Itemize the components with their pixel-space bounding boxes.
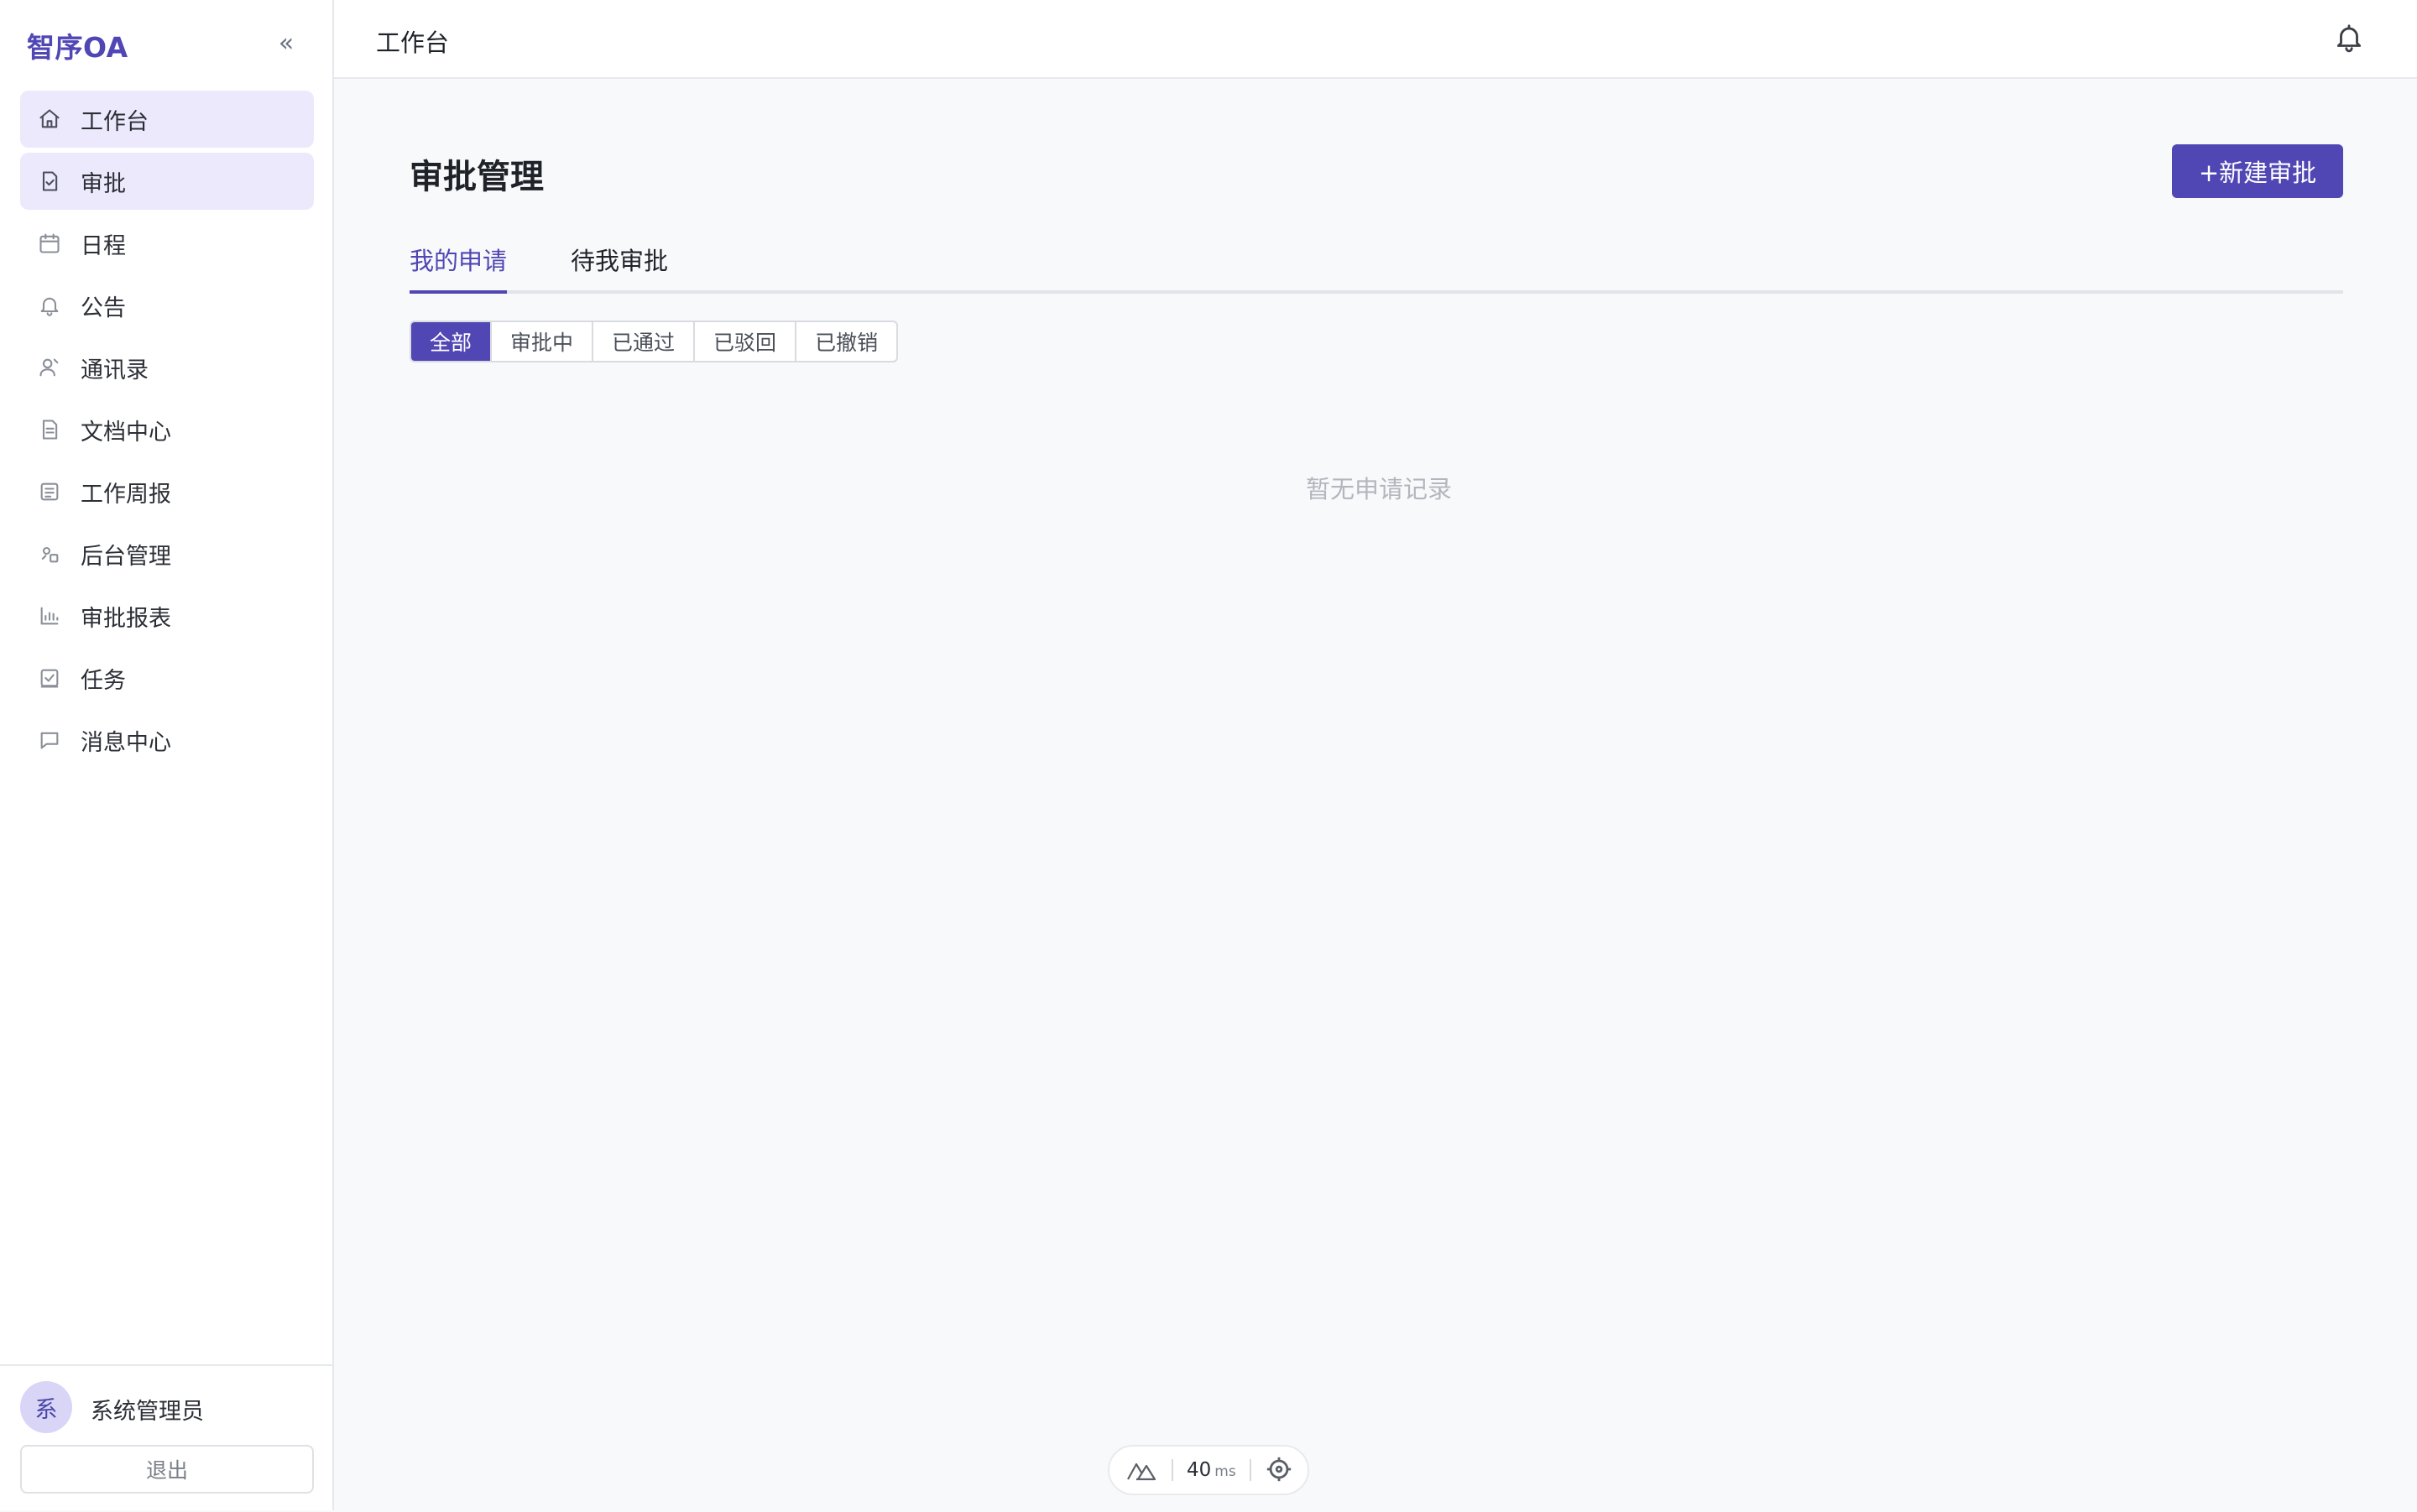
divider: [1172, 1459, 1173, 1481]
notification-button[interactable]: [2333, 22, 2367, 55]
tab-bar: 我的申请 待我审批: [410, 238, 2343, 294]
sidebar-item-workbench[interactable]: 工作台: [20, 91, 314, 148]
document-icon: [37, 417, 62, 442]
sidebar-item-label: 公告: [81, 295, 126, 321]
sidebar-item-contacts[interactable]: 通讯录: [20, 339, 314, 396]
sidebar-item-label: 通讯录: [81, 357, 149, 383]
sidebar-item-label: 消息中心: [81, 729, 171, 756]
sidebar-item-label: 工作台: [81, 108, 149, 135]
logout-button[interactable]: 退出: [20, 1445, 314, 1494]
task-check-icon: [37, 665, 62, 691]
divider: [1249, 1459, 1251, 1481]
sidebar-item-weekly-report[interactable]: 工作周报: [20, 463, 314, 520]
message-icon: [37, 727, 62, 753]
report-icon: [37, 479, 62, 504]
new-approval-button[interactable]: +新建审批: [2172, 144, 2343, 198]
user-name: 系统管理员: [91, 1399, 204, 1425]
sidebar-item-approval-report[interactable]: 审批报表: [20, 587, 314, 644]
topbar: 工作台: [334, 0, 2417, 79]
status-filter-group: 全部 审批中 已通过 已驳回 已撤销: [410, 321, 899, 362]
filter-rejected[interactable]: 已驳回: [693, 322, 795, 361]
tab-my-applications[interactable]: 我的申请: [410, 242, 508, 294]
sidebar-footer: 系 系统管理员 退出: [0, 1364, 332, 1512]
bell-icon: [37, 293, 62, 318]
sidebar: 智序OA « 工作台 审批 日程 公告 通讯录 文档中心 工作周报 后台管理 审…: [0, 0, 334, 1510]
sidebar-item-label: 任务: [81, 667, 126, 694]
sidebar-item-schedule[interactable]: 日程: [20, 215, 314, 272]
filter-in-progress[interactable]: 审批中: [490, 322, 592, 361]
sidebar-item-label: 文档中心: [81, 419, 171, 446]
sidebar-item-announcement[interactable]: 公告: [20, 277, 314, 334]
target-icon[interactable]: [1265, 1455, 1295, 1485]
sidebar-item-tasks[interactable]: 任务: [20, 649, 314, 706]
sidebar-nav: 工作台 审批 日程 公告 通讯录 文档中心 工作周报 后台管理 审批报表 任务 …: [20, 91, 314, 774]
sidebar-item-documents[interactable]: 文档中心: [20, 401, 314, 458]
home-icon: [37, 107, 62, 132]
calendar-icon: [37, 231, 62, 256]
empty-state-text: 暂无申请记录: [1306, 475, 1453, 503]
avatar: 系: [20, 1381, 72, 1433]
approval-doc-icon: [37, 169, 62, 194]
sidebar-item-label: 后台管理: [81, 543, 171, 570]
bar-chart-icon: [37, 603, 62, 628]
sidebar-item-label: 审批: [81, 170, 126, 197]
brand-logo: 智序OA: [27, 31, 128, 64]
sidebar-item-label: 工作周报: [81, 481, 171, 508]
sidebar-item-messages[interactable]: 消息中心: [20, 712, 314, 769]
render-time: 40 ms: [1187, 1459, 1236, 1481]
bell-icon: [2336, 24, 2362, 53]
tab-pending-my-approval[interactable]: 待我审批: [571, 242, 668, 290]
sidebar-item-label: 审批报表: [81, 605, 171, 632]
app-root: 智序OA « 工作台 审批 日程 公告 通讯录 文档中心 工作周报 后台管理 审…: [0, 0, 2417, 1510]
filter-withdrawn[interactable]: 已撤销: [795, 322, 896, 361]
render-time-value: 40: [1187, 1459, 1212, 1481]
sidebar-item-approval[interactable]: 审批: [20, 153, 314, 210]
admin-icon: [37, 541, 62, 566]
render-time-unit: ms: [1214, 1463, 1236, 1480]
collapse-sidebar-button[interactable]: «: [274, 27, 299, 60]
sidebar-item-label: 日程: [81, 232, 126, 259]
dev-indicator[interactable]: 40 ms: [1108, 1445, 1309, 1495]
filter-all[interactable]: 全部: [411, 322, 491, 361]
contacts-icon: [37, 355, 62, 380]
page-title: 审批管理: [410, 158, 544, 196]
filter-approved[interactable]: 已通过: [592, 322, 693, 361]
nuxt-logo-icon: [1125, 1457, 1158, 1483]
breadcrumb: 工作台: [376, 29, 450, 57]
sidebar-item-admin[interactable]: 后台管理: [20, 525, 314, 582]
